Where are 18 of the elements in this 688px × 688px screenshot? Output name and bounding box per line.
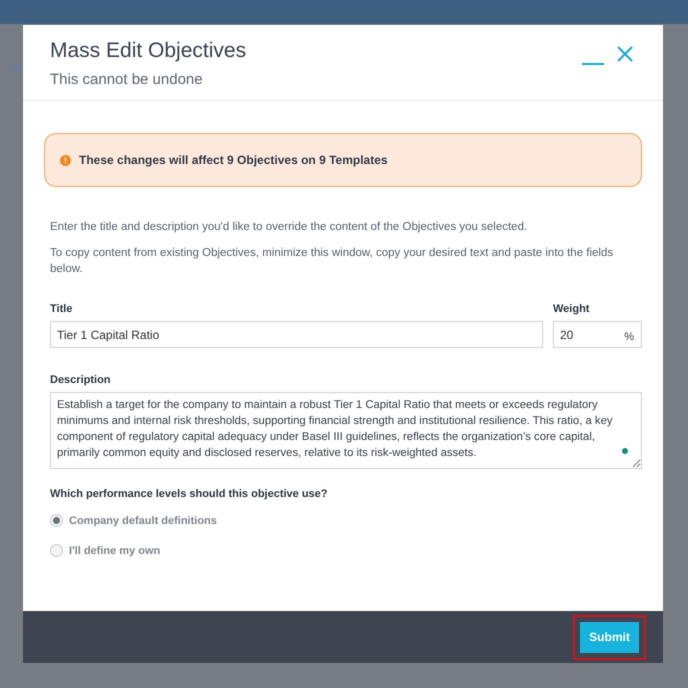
instruction-text: Enter the title and description you'd like to override the content of the Objectives you selected. (50, 220, 528, 235)
weight-label: Weight (553, 303, 590, 315)
radio-button[interactable] (50, 514, 63, 527)
warning-text: These changes will affect 9 Objectives on 9 Templates (79, 153, 388, 167)
description-label: Description (50, 374, 112, 386)
title-label: Title (50, 303, 74, 315)
close-icon[interactable] (617, 46, 633, 62)
dialog-title: Mass Edit Objectives (50, 39, 246, 63)
dialog-subtitle: This cannot be undone (50, 71, 204, 88)
warning-icon: ! (60, 154, 71, 166)
radio-label: Company default definitions (69, 514, 217, 526)
percent-unit: % (624, 331, 634, 343)
radio-label: I'll define my own (69, 544, 160, 556)
title-field[interactable]: Tier 1 Capital Ratio (50, 321, 543, 348)
performance-question: Which performance levels should this objective use? (50, 488, 329, 500)
radio-button[interactable] (50, 544, 63, 557)
instruction-text: To copy content from existing Objectives, minimize this window, copy your desired text and paste into the fields below. (50, 246, 614, 277)
description-field[interactable]: Establish a target for the company to maintain a robust Tier 1 Capital Ratio that meets or exceeds regulatory minimums and internal risk thresholds, supporting financial strength and institutional resilience. This ratio, a key component of regulatory capital adequacy under Basel III guidelines, reflects the organization’s core capital, primarily common equity and disclosed reserves, relative to its risk-weighted assets. (50, 392, 642, 469)
